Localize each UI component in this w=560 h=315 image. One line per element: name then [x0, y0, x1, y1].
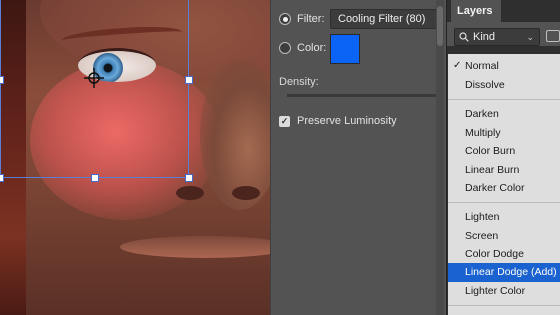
menu-item-label: Darker Color: [465, 182, 525, 194]
density-slider[interactable]: [287, 94, 437, 97]
properties-scrollbar-thumb[interactable]: [437, 6, 443, 46]
properties-panel: Filter: Cooling Filter (80) Color: Densi…: [270, 0, 446, 315]
menu-item-color-dodge[interactable]: Color Dodge: [448, 245, 560, 264]
image-filter-icon[interactable]: [546, 30, 560, 42]
transform-handle-middle-right[interactable]: [185, 76, 193, 84]
density-label: Density:: [279, 76, 319, 88]
transform-handle-middle-left[interactable]: [0, 76, 4, 84]
menu-separator: [448, 202, 560, 203]
menu-separator: [448, 305, 560, 306]
transform-handle-bottom-left[interactable]: [0, 174, 4, 182]
tab-layers[interactable]: Layers: [451, 0, 501, 22]
menu-item-label: Darken: [465, 108, 499, 120]
menu-item-label: Dissolve: [465, 79, 505, 91]
properties-scrollbar[interactable]: [436, 0, 444, 315]
kind-filter-dropdown[interactable]: Kind ⌄: [454, 28, 540, 46]
menu-item-dissolve[interactable]: Dissolve: [448, 76, 560, 95]
menu-item-color-burn[interactable]: Color Burn: [448, 142, 560, 161]
filter-row[interactable]: Filter:: [279, 13, 325, 25]
filter-radio[interactable]: [279, 13, 291, 25]
menu-item-label: Screen: [465, 230, 499, 242]
menu-item-normal[interactable]: ✓ Normal: [448, 57, 560, 76]
transform-bounding-box[interactable]: [0, 0, 193, 182]
menu-item-multiply[interactable]: Multiply: [448, 124, 560, 143]
transform-handle-bottom-right[interactable]: [185, 174, 193, 182]
color-radio[interactable]: [279, 42, 291, 54]
chevron-down-icon: ⌄: [526, 31, 534, 42]
checkmark-icon: ✓: [453, 60, 462, 71]
menu-item-label: Normal: [465, 60, 499, 72]
menu-item-linear-burn[interactable]: Linear Burn: [448, 161, 560, 180]
menu-item-label: Color Dodge: [465, 248, 524, 260]
menu-item-darken[interactable]: Darken: [448, 105, 560, 124]
preserve-luminosity-checkbox[interactable]: ✓: [279, 115, 290, 127]
menu-separator: [448, 99, 560, 100]
menu-item-label: Linear Dodge (Add): [465, 266, 557, 278]
menu-item-label: Color Burn: [465, 145, 516, 157]
menu-item-label: Multiply: [465, 127, 501, 139]
photo-nostril-left: [176, 186, 204, 200]
menu-item-screen[interactable]: Screen: [448, 227, 560, 246]
menu-item-lighten[interactable]: Lighten: [448, 208, 560, 227]
filter-dropdown[interactable]: Cooling Filter (80): [330, 9, 440, 29]
photo-nostril-right: [232, 186, 260, 200]
kind-filter-label: Kind: [473, 31, 496, 43]
preserve-luminosity-row[interactable]: ✓ Preserve Luminosity: [279, 115, 397, 127]
menu-item-lighter-color[interactable]: Lighter Color: [448, 282, 560, 301]
menu-item-label: Linear Burn: [465, 164, 520, 176]
blend-mode-menu[interactable]: ✓ Normal Dissolve Darken Multiply Color …: [448, 54, 560, 315]
menu-item-label: Lighten: [465, 211, 500, 223]
transform-handle-bottom-center[interactable]: [91, 174, 99, 182]
menu-item-linear-dodge-add[interactable]: Linear Dodge (Add): [448, 263, 560, 282]
color-label: Color:: [297, 42, 327, 54]
color-row[interactable]: Color:: [279, 42, 326, 54]
filter-label: Filter:: [297, 13, 325, 25]
preserve-luminosity-label: Preserve Luminosity: [297, 115, 397, 127]
photo-lips: [120, 236, 270, 258]
menu-item-darker-color[interactable]: Darker Color: [448, 179, 560, 198]
search-icon: [459, 32, 469, 42]
menu-item-label: Lighter Color: [465, 285, 526, 297]
color-swatch[interactable]: [330, 34, 360, 64]
document-canvas[interactable]: [0, 0, 270, 315]
